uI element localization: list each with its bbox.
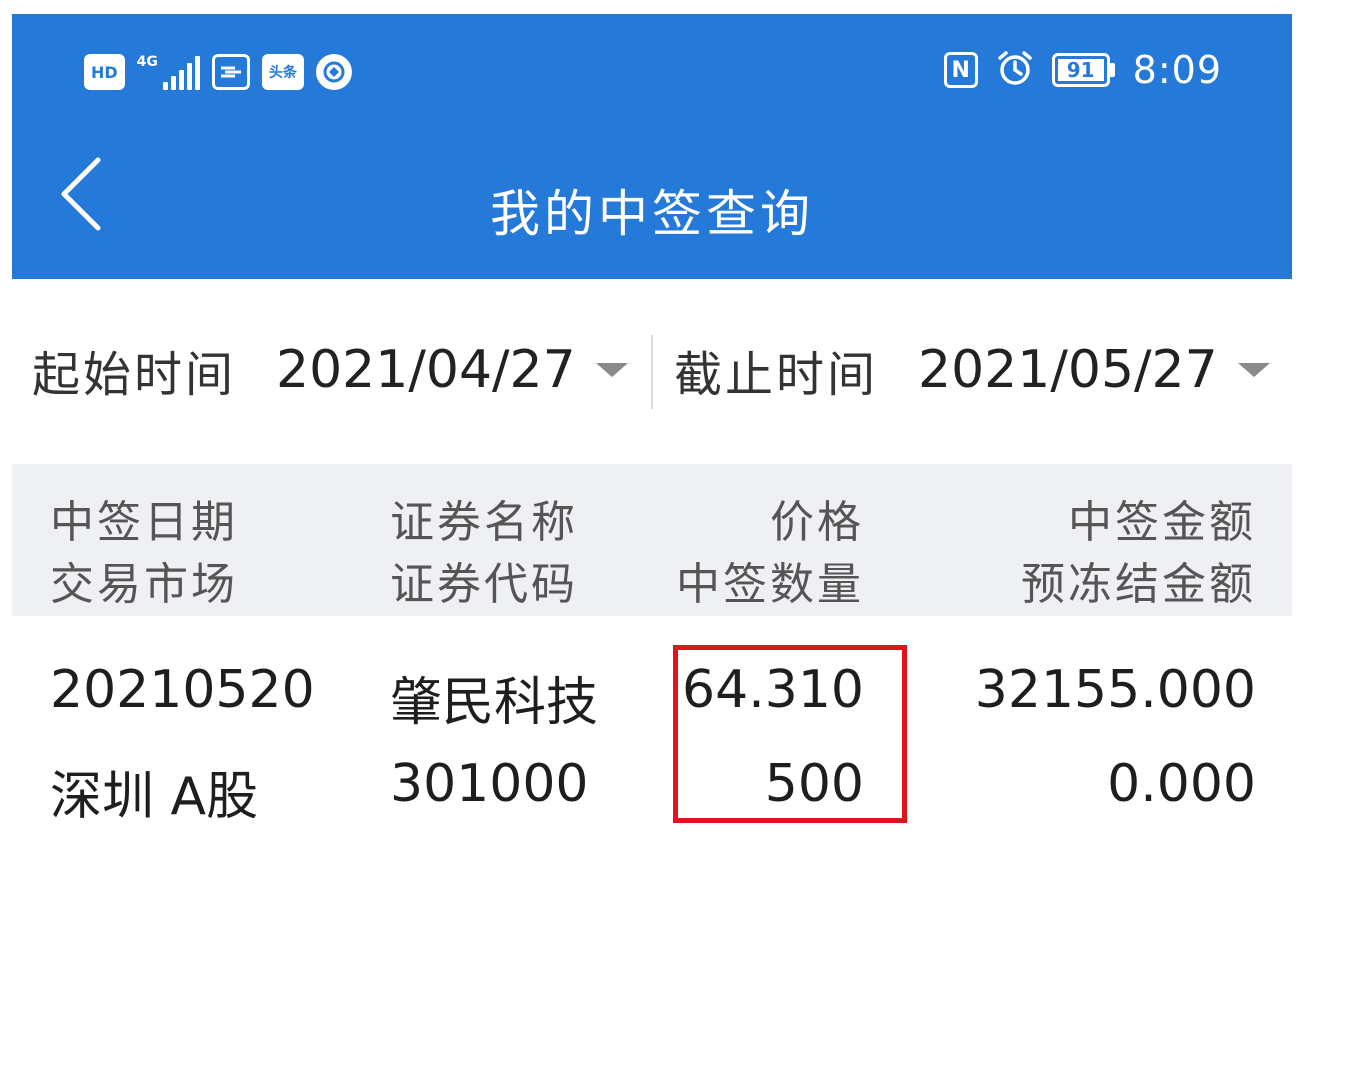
end-date-label: 截止时间 — [674, 347, 879, 403]
caret-down-icon — [1237, 363, 1270, 377]
notification-app-icon — [211, 54, 250, 90]
column-header-quantity: 中签数量 — [676, 559, 864, 610]
row-frozen-amount: 0.000 — [1107, 754, 1256, 814]
row-security-code: 301000 — [390, 754, 589, 814]
column-header-price: 价格 — [770, 497, 864, 548]
highlight-annotation-box — [673, 645, 907, 823]
app-header: HD 4G 头条 N 91 8:09 我的中签查询 — [12, 14, 1292, 279]
page-title: 我的中签查询 — [490, 185, 814, 243]
table-row[interactable]: 20210520 深圳 A股 肇民科技 301000 64.310 500 32… — [12, 640, 1292, 830]
filter-divider — [651, 335, 653, 409]
hd-icon: HD — [84, 54, 125, 90]
start-date-value: 2021/04/27 — [276, 340, 576, 400]
column-header-market: 交易市场 — [50, 559, 238, 610]
end-date-value: 2021/05/27 — [918, 340, 1218, 400]
column-header-code: 证券代码 — [390, 559, 578, 610]
row-date: 20210520 — [50, 660, 315, 720]
start-date-selector[interactable]: 起始时间 2021/04/27 — [32, 330, 628, 410]
start-date-label: 起始时间 — [32, 347, 237, 403]
network-type: 4G — [136, 54, 158, 70]
column-header-date: 中签日期 — [50, 497, 238, 548]
status-right: N 91 8:09 — [943, 48, 1222, 92]
battery-level: 91 — [1051, 53, 1110, 87]
row-market: 深圳 A股 — [50, 767, 259, 827]
date-filter: 起始时间 2021/04/27 截止时间 2021/05/27 — [0, 330, 1300, 410]
toutiao-icon: 头条 — [261, 54, 304, 90]
row-amount: 32155.000 — [974, 660, 1256, 720]
status-time: 8:09 — [1132, 48, 1222, 92]
status-left: HD 4G 头条 — [84, 54, 352, 90]
column-header-frozen: 预冻结金额 — [1021, 559, 1256, 610]
row-security-name: 肇民科技 — [390, 673, 599, 733]
battery-icon: 91 — [1051, 53, 1115, 87]
end-date-selector[interactable]: 截止时间 2021/05/27 — [674, 330, 1270, 410]
column-header-amount: 中签金额 — [1068, 497, 1256, 548]
signal-icon: 4G — [137, 54, 200, 90]
nfc-icon: N — [943, 52, 978, 88]
status-bar: HD 4G 头条 N 91 8:09 — [12, 14, 1292, 109]
table-header: 中签日期 交易市场 证券名称 证券代码 价格 中签数量 中签金额 预冻结金额 — [12, 464, 1292, 616]
alarm-icon — [996, 49, 1034, 91]
caret-down-icon — [595, 363, 628, 377]
browser-icon — [315, 54, 352, 90]
column-header-name: 证券名称 — [390, 497, 578, 548]
